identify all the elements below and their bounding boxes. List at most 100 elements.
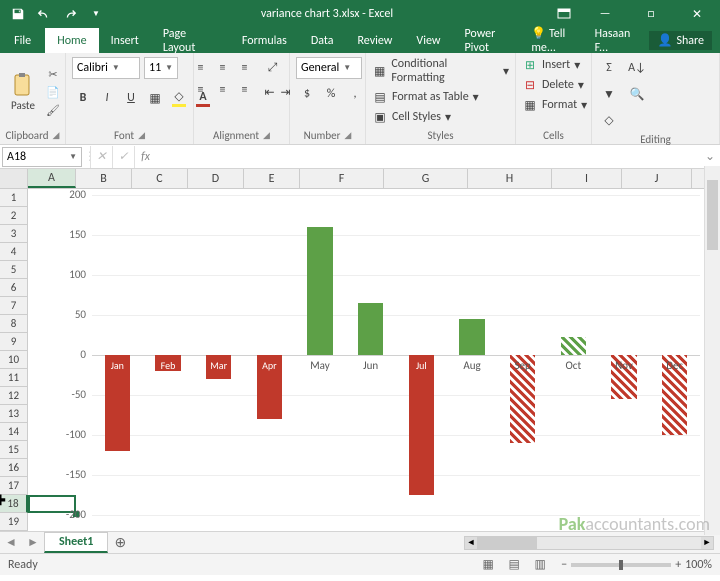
column-header[interactable]: G xyxy=(384,169,468,188)
italic-button[interactable]: I xyxy=(96,87,118,109)
row-header[interactable]: 1 xyxy=(0,189,28,207)
tab-formulas[interactable]: Formulas xyxy=(230,28,299,53)
column-header[interactable]: D xyxy=(188,169,244,188)
undo-icon[interactable] xyxy=(32,2,56,26)
align-top-icon[interactable]: ≡ xyxy=(190,57,212,79)
row-header[interactable]: 3 xyxy=(0,225,28,243)
scroll-left-icon[interactable]: ◄ xyxy=(465,537,477,549)
qat-customize-icon[interactable]: ▼ xyxy=(84,2,108,26)
row-header[interactable]: 14 xyxy=(0,423,28,441)
copy-icon[interactable]: 📄 xyxy=(44,84,62,100)
column-header[interactable]: J xyxy=(622,169,692,188)
normal-view-icon[interactable]: ▦ xyxy=(477,556,499,574)
comma-icon[interactable]: , xyxy=(344,83,366,105)
currency-icon[interactable]: $ xyxy=(296,83,318,105)
worksheet-grid[interactable]: ABCDEFGHIJ 12345678910111213141516171819… xyxy=(0,169,720,531)
page-break-view-icon[interactable]: ▥ xyxy=(529,556,551,574)
row-header[interactable]: 4 xyxy=(0,243,28,261)
cancel-formula-icon[interactable]: ✕ xyxy=(90,146,112,168)
align-middle-icon[interactable]: ≡ xyxy=(212,57,234,79)
row-header[interactable]: 6 xyxy=(0,279,28,297)
account-name[interactable]: Hasaan F... xyxy=(595,27,642,55)
row-header[interactable]: 11 xyxy=(0,369,28,387)
sheet-next-icon[interactable]: ► xyxy=(27,535,39,550)
format-painter-icon[interactable]: 🖌 xyxy=(44,102,62,118)
expand-formula-bar-icon[interactable]: ⌄ xyxy=(700,149,720,164)
zoom-level[interactable]: 100% xyxy=(685,558,712,572)
fx-icon[interactable]: fx xyxy=(134,146,156,168)
align-left-icon[interactable]: ≡ xyxy=(190,79,212,101)
tab-data[interactable]: Data xyxy=(299,28,346,53)
dialog-launcher-icon[interactable]: ◢ xyxy=(263,130,270,141)
fill-icon[interactable]: ▼ xyxy=(598,83,620,105)
tab-review[interactable]: Review xyxy=(346,28,405,53)
column-header[interactable]: E xyxy=(244,169,300,188)
ribbon-display-icon[interactable] xyxy=(546,0,582,28)
column-header[interactable]: I xyxy=(552,169,622,188)
scroll-right-icon[interactable]: ► xyxy=(701,537,713,549)
redo-icon[interactable] xyxy=(58,2,82,26)
border-button[interactable]: ▦ xyxy=(144,87,166,109)
chart-bar[interactable] xyxy=(358,303,383,355)
chart-bar[interactable] xyxy=(561,337,586,355)
dialog-launcher-icon[interactable]: ◢ xyxy=(138,130,145,141)
column-header[interactable]: A xyxy=(28,169,76,188)
orientation-icon[interactable]: ⤢ xyxy=(262,57,284,79)
row-header[interactable]: 16 xyxy=(0,459,28,477)
tab-home[interactable]: Home xyxy=(45,28,98,53)
dialog-launcher-icon[interactable]: ◢ xyxy=(344,130,351,141)
sheet-tab-sheet1[interactable]: Sheet1 xyxy=(44,532,108,553)
enter-formula-icon[interactable]: ✓ xyxy=(112,146,134,168)
row-header[interactable]: 7 xyxy=(0,297,28,315)
new-sheet-button[interactable]: ⊕ xyxy=(108,534,132,551)
row-header[interactable]: 8 xyxy=(0,315,28,333)
row-header[interactable]: 12 xyxy=(0,387,28,405)
page-layout-view-icon[interactable]: ▤ xyxy=(503,556,525,574)
tab-page-layout[interactable]: Page Layout xyxy=(151,28,230,53)
clear-icon[interactable]: ◇ xyxy=(598,109,620,131)
row-header[interactable]: 10 xyxy=(0,351,28,369)
tab-power-pivot[interactable]: Power Pivot xyxy=(452,28,531,53)
decrease-indent-icon[interactable]: ⇤ xyxy=(262,81,278,103)
row-header[interactable]: 9 xyxy=(0,333,28,351)
fill-color-button[interactable]: ◇ xyxy=(168,87,190,109)
row-header[interactable]: 2 xyxy=(0,207,28,225)
share-button[interactable]: 👤 Share xyxy=(649,31,712,50)
font-name-combo[interactable]: Calibri▼ xyxy=(72,57,140,79)
chart-bar[interactable] xyxy=(409,355,434,495)
bold-button[interactable]: B xyxy=(72,87,94,109)
format-as-table-button[interactable]: ▤Format as Table ▾ xyxy=(372,89,479,105)
row-header[interactable]: 5 xyxy=(0,261,28,279)
column-header[interactable]: F xyxy=(300,169,384,188)
tab-insert[interactable]: Insert xyxy=(99,28,151,53)
sheet-prev-icon[interactable]: ◄ xyxy=(5,535,17,550)
zoom-out-icon[interactable]: − xyxy=(561,558,567,572)
cut-icon[interactable]: ✂ xyxy=(44,66,62,82)
row-header[interactable]: 19 xyxy=(0,513,28,531)
column-header[interactable]: H xyxy=(468,169,552,188)
tab-view[interactable]: View xyxy=(404,28,452,53)
tab-file[interactable]: File xyxy=(0,28,45,53)
chart-bar[interactable] xyxy=(307,227,332,355)
sort-filter-icon[interactable]: A↓ xyxy=(626,57,648,79)
paste-button[interactable]: Paste xyxy=(6,71,40,113)
save-icon[interactable] xyxy=(6,2,30,26)
row-header[interactable]: 13 xyxy=(0,405,28,423)
tell-me[interactable]: 💡 Tell me... xyxy=(531,26,586,55)
column-header[interactable]: C xyxy=(132,169,188,188)
find-select-icon[interactable]: 🔍 xyxy=(626,83,648,105)
chart-bar[interactable] xyxy=(459,319,484,355)
vertical-scrollbar[interactable] xyxy=(704,166,720,535)
dialog-launcher-icon[interactable]: ◢ xyxy=(53,130,60,141)
zoom-slider[interactable] xyxy=(571,563,671,567)
close-icon[interactable]: ✕ xyxy=(674,0,720,28)
name-box[interactable]: A18▼ xyxy=(2,147,82,167)
insert-cells-button[interactable]: ⊞Insert ▾ xyxy=(522,57,580,73)
delete-cells-button[interactable]: ⊟Delete ▾ xyxy=(522,77,584,93)
variance-chart[interactable]: -200-150-100-50050100150200JanFebMarAprM… xyxy=(38,189,710,525)
align-right-icon[interactable]: ≡ xyxy=(234,79,256,101)
row-header[interactable]: 15 xyxy=(0,441,28,459)
percent-icon[interactable]: % xyxy=(320,83,342,105)
number-format-combo[interactable]: General▼ xyxy=(296,57,362,79)
select-all-corner[interactable] xyxy=(0,169,28,188)
